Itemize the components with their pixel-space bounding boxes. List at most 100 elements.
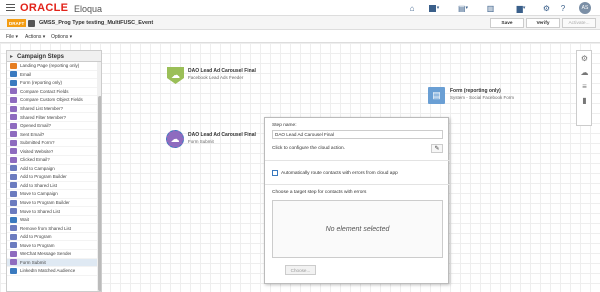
step-item[interactable]: Sent Email? bbox=[7, 130, 97, 139]
step-name-label: Step name: bbox=[272, 123, 297, 128]
step-item[interactable]: Move to Program bbox=[7, 241, 97, 251]
user-avatar[interactable]: AS bbox=[579, 2, 591, 14]
step-type-icon bbox=[10, 71, 17, 78]
scrollbar-thumb[interactable] bbox=[98, 96, 101, 291]
form-submit-node-title[interactable]: DAO Lead Ad Carousel Final bbox=[188, 132, 256, 138]
step-item[interactable]: LinkedIn Matched Audience bbox=[7, 267, 97, 276]
orchestration-icon[interactable]: ▾ bbox=[427, 3, 441, 13]
form-submit-cloud-icon[interactable]: ☁ bbox=[166, 130, 184, 148]
step-type-icon bbox=[10, 96, 17, 103]
campaign-title-bar: DRAFT GMSS_Prog Type testing_MultiFUSC_E… bbox=[0, 16, 600, 30]
layers-icon[interactable]: ≡ bbox=[580, 82, 589, 91]
step-item-label: Remove from Shared List bbox=[20, 225, 72, 231]
step-type-icon bbox=[10, 139, 17, 146]
step-type-icon bbox=[10, 88, 17, 95]
step-type-icon bbox=[10, 242, 17, 249]
step-type-icon bbox=[10, 267, 17, 274]
chart-icon[interactable]: ▮ bbox=[580, 96, 589, 105]
step-item-label: Opened Email? bbox=[20, 123, 52, 129]
step-item[interactable]: Remove from Shared List bbox=[7, 224, 97, 233]
choose-button[interactable]: Choose... bbox=[285, 265, 316, 275]
settings-gear-icon[interactable]: ⚙ bbox=[580, 54, 589, 63]
step-type-icon bbox=[10, 216, 17, 223]
step-item-label: Move to Program bbox=[20, 242, 55, 248]
form-icon[interactable]: ▤ bbox=[428, 87, 445, 104]
step-item-label: Add to Program bbox=[20, 234, 52, 240]
step-item-label: Email bbox=[20, 71, 32, 77]
step-item-label: Compare Custom Object Fields bbox=[20, 97, 83, 103]
step-type-icon bbox=[10, 173, 17, 180]
step-item[interactable]: Landing Page (reporting only) bbox=[7, 62, 97, 71]
file-menu[interactable]: File ▾ bbox=[6, 34, 18, 40]
step-item[interactable]: Move to Program Builder bbox=[7, 199, 97, 208]
step-item[interactable]: Add to Shared List bbox=[7, 182, 97, 191]
step-item[interactable]: Shared Filter Member? bbox=[7, 113, 97, 122]
step-item-label: Move to Campaign bbox=[20, 191, 58, 197]
step-type-icon bbox=[10, 114, 17, 121]
top-header: ORACLE Eloqua ⌂ ▾ ▤ ▾ ▥ ▆ ▾ ⚙ ? AS bbox=[0, 0, 600, 16]
step-item-label: Form (reporting only) bbox=[20, 80, 63, 86]
verify-button[interactable]: Verify bbox=[526, 18, 560, 28]
step-item[interactable]: Clicked Email? bbox=[7, 156, 97, 165]
steps-panel-title: Campaign Steps bbox=[17, 53, 65, 60]
campaign-steps-panel: ▸ Campaign Steps Landing Page (reporting… bbox=[6, 50, 102, 292]
step-type-icon bbox=[10, 250, 17, 257]
step-type-icon bbox=[10, 233, 17, 240]
step-item[interactable]: Add to Campaign bbox=[7, 165, 97, 174]
step-item[interactable]: Email bbox=[7, 71, 97, 80]
steps-panel-header[interactable]: ▸ Campaign Steps bbox=[7, 51, 101, 62]
chevron-right-icon[interactable]: ▸ bbox=[10, 53, 13, 60]
step-type-icon bbox=[10, 165, 17, 172]
help-icon[interactable]: ? bbox=[558, 3, 568, 13]
step-type-icon bbox=[10, 148, 17, 155]
step-item[interactable]: Submitted Form? bbox=[7, 139, 97, 148]
step-item[interactable]: Compare Custom Object Fields bbox=[7, 96, 97, 105]
step-item[interactable]: Wait bbox=[7, 216, 97, 225]
hamburger-menu-icon[interactable] bbox=[6, 4, 15, 12]
insight-icon[interactable]: ▆ ▾ bbox=[514, 3, 528, 13]
form-node-subtitle: System - Social Facebook Form bbox=[450, 95, 515, 100]
step-item-label: Form Submit bbox=[20, 259, 46, 265]
step-item-label: Add to Shared List bbox=[20, 182, 58, 188]
form-node-title[interactable]: Form (reporting only) bbox=[450, 88, 501, 94]
step-item[interactable]: Move to Shared List bbox=[7, 207, 97, 216]
campaign-name[interactable]: GMSS_Prog Type testing_MultiFUSC_Event bbox=[39, 20, 153, 26]
eloqua-logo: Eloqua bbox=[74, 3, 103, 14]
contacts-icon[interactable]: ▥ bbox=[486, 3, 495, 13]
auto-route-checkbox[interactable] bbox=[272, 170, 278, 176]
activate-button[interactable]: Activate... bbox=[562, 18, 596, 28]
step-name-input[interactable]: DAO Lead Ad Carousel Final bbox=[272, 130, 443, 139]
edit-pencil-icon[interactable]: ✎ bbox=[431, 144, 443, 153]
settings-gear-icon[interactable]: ⚙ bbox=[542, 3, 551, 13]
step-item-label: LinkedIn Matched Audience bbox=[20, 268, 76, 274]
step-item[interactable]: Compare Contact Fields bbox=[7, 88, 97, 97]
step-item[interactable]: Add to Program bbox=[7, 233, 97, 242]
step-item[interactable]: WeChat Message Sender bbox=[7, 250, 97, 259]
step-item[interactable]: Visited Website? bbox=[7, 147, 97, 157]
form-submit-node-subtitle: Form Submit bbox=[188, 139, 214, 144]
step-item[interactable]: Form Submit bbox=[7, 258, 97, 268]
feeder-node-title[interactable]: DAO Lead Ad Carousel Final bbox=[188, 68, 256, 74]
home-icon[interactable]: ⌂ bbox=[407, 3, 417, 13]
step-item[interactable]: Move to Campaign bbox=[7, 190, 97, 199]
configure-text: Click to configure the cloud action. bbox=[272, 146, 346, 151]
step-type-icon bbox=[10, 105, 17, 112]
options-menu[interactable]: Options ▾ bbox=[51, 34, 72, 40]
steps-list: Landing Page (reporting only) Email Form (… bbox=[7, 62, 97, 276]
assets-icon[interactable]: ▤ ▾ bbox=[457, 3, 469, 13]
step-item[interactable]: Opened Email? bbox=[7, 122, 97, 131]
step-item[interactable]: Shared List Member? bbox=[7, 105, 97, 114]
steps-scrollbar[interactable] bbox=[97, 62, 101, 291]
step-item-label: Clicked Email? bbox=[20, 157, 50, 163]
no-element-text: No element selected bbox=[325, 225, 390, 233]
step-item[interactable]: Add to Program Builder bbox=[7, 173, 97, 182]
step-item[interactable]: Form (reporting only) bbox=[7, 79, 97, 88]
step-type-icon bbox=[10, 182, 17, 189]
cloud-icon[interactable]: ☁ bbox=[580, 68, 589, 77]
save-button[interactable]: Save bbox=[490, 18, 524, 28]
actions-menu[interactable]: Actions ▾ bbox=[25, 34, 45, 40]
divider bbox=[265, 184, 450, 185]
step-item-label: Shared List Member? bbox=[20, 106, 64, 111]
oracle-logo: ORACLE bbox=[20, 2, 69, 14]
target-step-box[interactable]: No element selected bbox=[272, 200, 443, 258]
